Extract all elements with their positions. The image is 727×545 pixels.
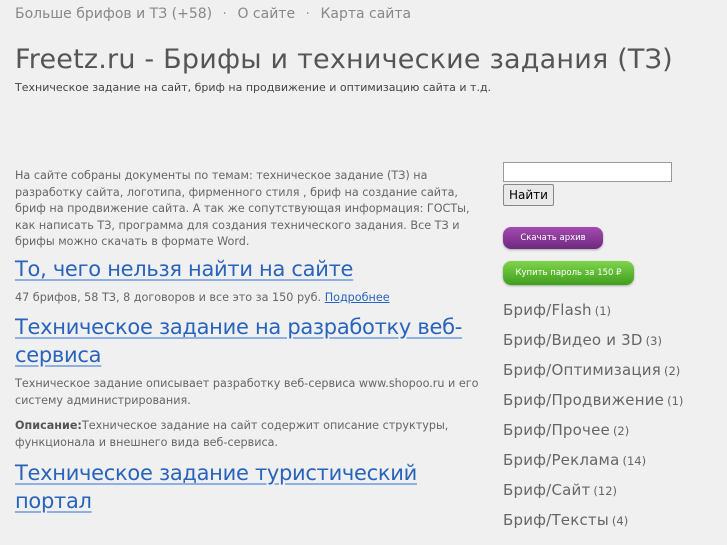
post-excerpt-text: 47 брифов, 58 ТЗ, 8 договоров и все это … xyxy=(15,290,322,304)
description-label: Описание: xyxy=(15,419,82,432)
post-title-link[interactable]: Техническое задание на разработку веб-се… xyxy=(15,315,462,367)
category-link[interactable]: Бриф/Продвижение xyxy=(503,391,664,409)
topnav-sitemap-link[interactable]: Карта сайта xyxy=(320,6,411,22)
post-title: То, чего нельзя найти на сайте xyxy=(15,255,490,283)
topnav-separator: · xyxy=(305,6,310,22)
download-archive-button[interactable]: Скачать архив xyxy=(503,227,603,249)
main-content: На сайте собраны документы по темам: тех… xyxy=(15,168,490,515)
post-description: Описание:Техническое задание на сайт сод… xyxy=(15,418,490,451)
site-subtitle: Техническое задание на сайт, бриф на про… xyxy=(15,81,492,94)
category-item: Бриф/Продвижение (1) xyxy=(503,385,718,415)
intro-text: На сайте собраны документы по темам: тех… xyxy=(15,169,470,248)
post-title: Техническое задание на разработку веб-се… xyxy=(15,313,490,369)
category-item: Бриф/Видео и 3D (3) xyxy=(503,325,718,355)
category-count: (1) xyxy=(594,304,612,318)
topnav-about-link[interactable]: О сайте xyxy=(237,6,295,22)
category-link[interactable]: Бриф/Видео и 3D xyxy=(503,331,643,349)
top-navigation: Больше брифов и ТЗ (+58) · О сайте · Кар… xyxy=(15,6,411,22)
post-title-link[interactable]: То, чего нельзя найти на сайте xyxy=(15,257,353,281)
post-title: Техническое задание туристический портал xyxy=(15,459,490,515)
buy-password-button[interactable]: Купить пароль за 150 ₽ xyxy=(503,261,634,285)
category-link[interactable]: Бриф/Реклама xyxy=(503,451,619,469)
post-excerpt: 47 брифов, 58 ТЗ, 8 договоров и все это … xyxy=(15,290,490,307)
category-count: (1) xyxy=(667,394,684,408)
category-count: (14) xyxy=(622,454,647,468)
category-item: Бриф/Тексты (4) xyxy=(503,505,718,535)
category-link[interactable]: Бриф/Flash xyxy=(503,301,592,319)
category-item: Бриф/Сайт (12) xyxy=(503,475,718,505)
category-count: (4) xyxy=(611,514,629,528)
search-button[interactable]: Найти xyxy=(503,184,554,206)
category-item: Бриф/Реклама (14) xyxy=(503,445,718,475)
category-count: (3) xyxy=(645,334,662,348)
category-count: (12) xyxy=(593,484,618,498)
category-link[interactable]: Бриф/Прочее xyxy=(503,421,610,439)
category-link[interactable]: Бриф/Тексты xyxy=(503,511,609,529)
category-count: (2) xyxy=(663,364,681,378)
post-title-link[interactable]: Техническое задание туристический портал xyxy=(15,461,417,513)
search-input[interactable] xyxy=(503,162,672,182)
category-link[interactable]: Бриф/Оптимизация xyxy=(503,361,661,379)
category-list: Бриф/Flash (1) Бриф/Видео и 3D (3) Бриф/Оп… xyxy=(503,295,718,535)
read-more-link[interactable]: Подробнее xyxy=(325,291,390,304)
site-title: Freetz.ru - Брифы и технические задания … xyxy=(15,44,673,75)
category-link[interactable]: Бриф/Сайт xyxy=(503,481,590,499)
category-item: Бриф/Прочее (2) xyxy=(503,415,718,445)
topnav-more-briefs-link[interactable]: Больше брифов и ТЗ (+58) xyxy=(15,6,212,22)
category-item: Бриф/Flash (1) xyxy=(503,295,718,325)
category-count: (2) xyxy=(612,424,630,438)
sidebar: Найти Скачать архив Купить пароль за 150… xyxy=(503,162,718,535)
topnav-separator: · xyxy=(222,6,227,22)
category-item: Бриф/Оптимизация (2) xyxy=(503,355,718,385)
post-excerpt: Техническое задание описывает разработку… xyxy=(15,377,479,407)
